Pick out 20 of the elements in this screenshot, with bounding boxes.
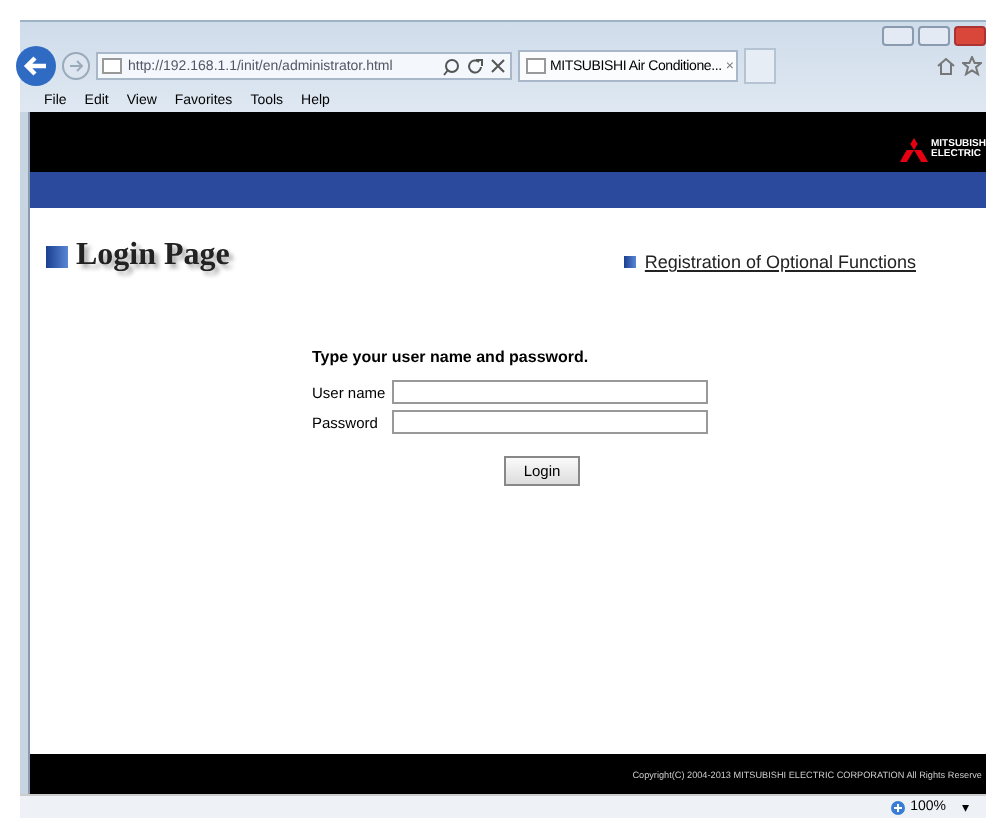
refresh-icon[interactable] [466, 57, 484, 75]
close-icon[interactable] [490, 58, 506, 74]
zoom-icon[interactable] [890, 799, 907, 815]
back-button[interactable] [16, 46, 56, 86]
home-icon[interactable] [936, 56, 956, 76]
input-field[interactable] [392, 380, 708, 404]
page-icon [102, 58, 122, 74]
search-icon[interactable] [442, 57, 460, 75]
square-icon [46, 245, 68, 267]
forward-button[interactable] [62, 52, 90, 80]
input-field[interactable] [392, 410, 708, 434]
instruction-text: Type your user name and password. [312, 348, 591, 366]
star-icon[interactable] [962, 56, 982, 76]
page-title: Login Page [46, 238, 230, 274]
minimize-button[interactable] [882, 26, 914, 46]
page-icon [526, 58, 546, 74]
square-icon [624, 256, 637, 268]
registration-link[interactable]: Registration of Optional Functions [644, 252, 916, 272]
diamond-logo-icon [899, 138, 927, 162]
maximize-button[interactable] [918, 26, 950, 46]
